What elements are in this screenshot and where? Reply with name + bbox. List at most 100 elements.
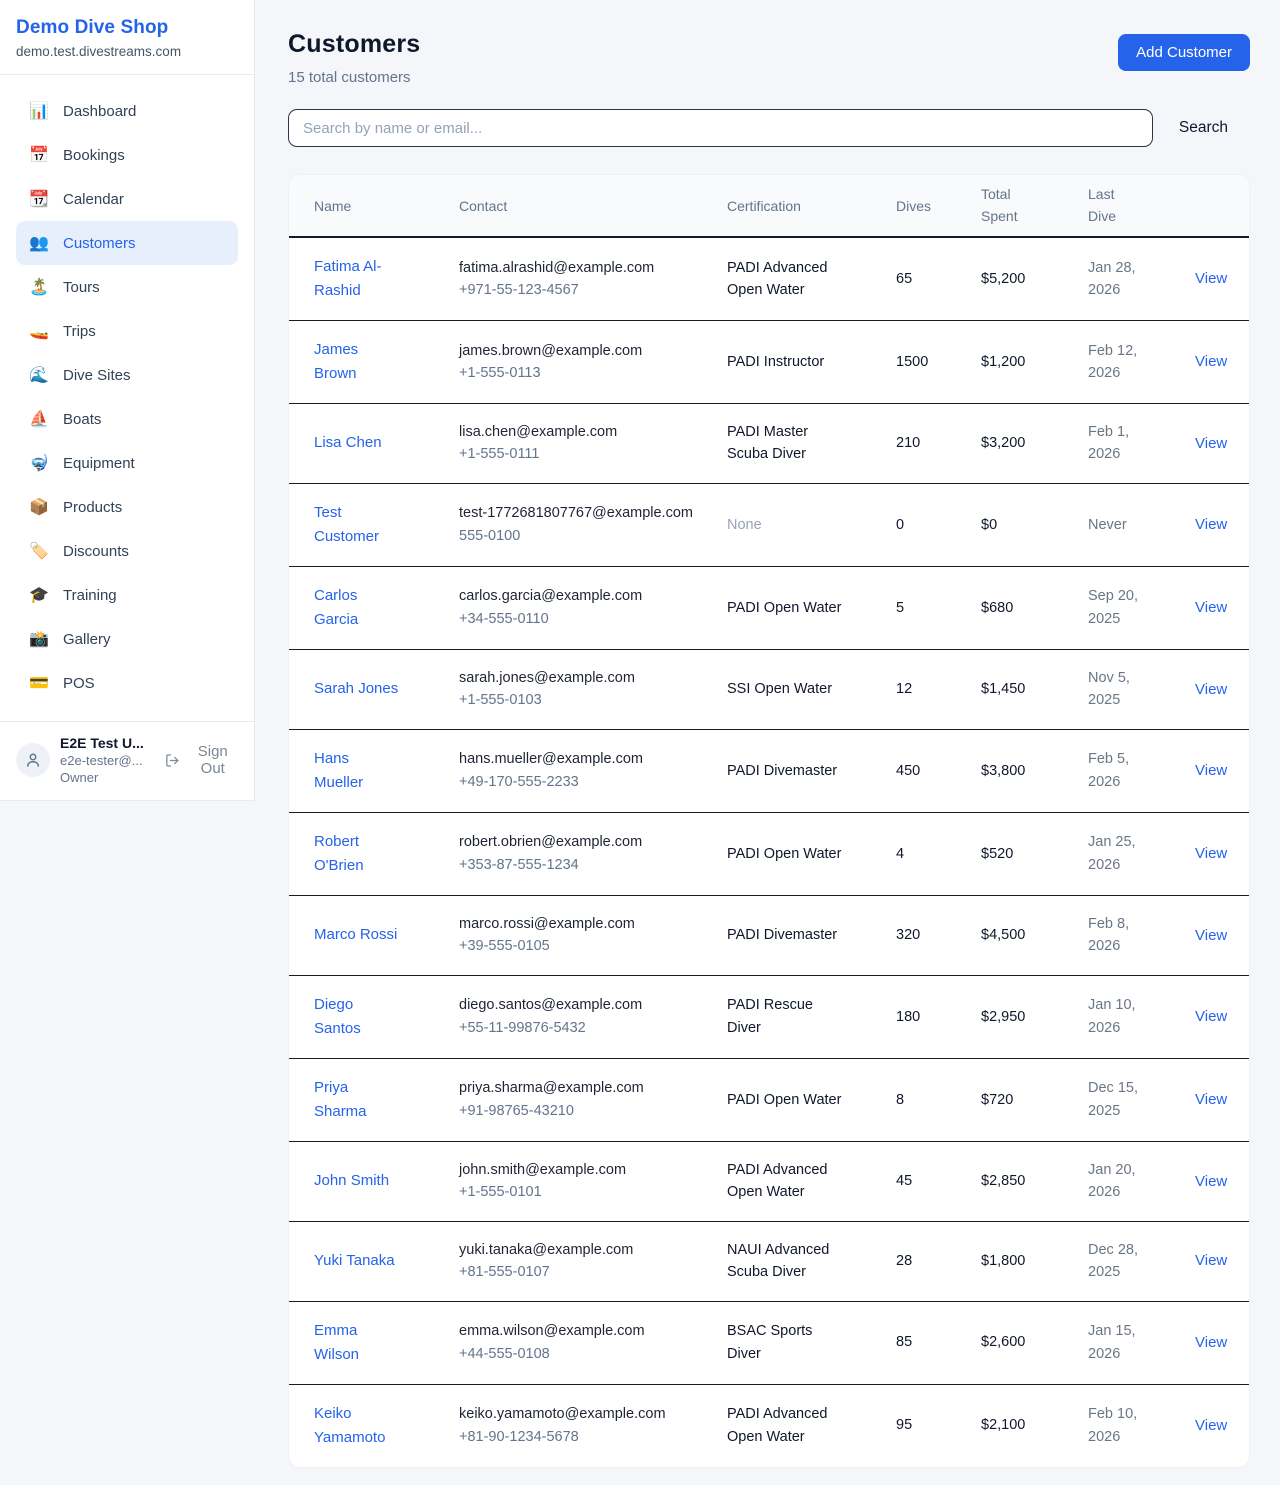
customer-dives: 450 <box>896 729 981 812</box>
customer-phone: +39-555-0105 <box>459 935 713 957</box>
sidebar-item-boats[interactable]: ⛵ Boats <box>16 397 238 441</box>
sidebar-item-discounts[interactable]: 🏷️ Discounts <box>16 529 238 573</box>
customer-phone: +49-170-555-2233 <box>459 771 713 793</box>
sidebar-header: Demo Dive Shop demo.test.divestreams.com <box>0 0 254 75</box>
customer-certification: PADI Divemaster <box>727 924 837 946</box>
customer-last-dive: Jan 25, 2026 <box>1088 831 1150 876</box>
customers-icon: 👥 <box>28 233 50 253</box>
search-button[interactable]: Search <box>1153 119 1250 137</box>
customer-email: james.brown@example.com <box>459 340 713 362</box>
boats-icon: ⛵ <box>28 409 50 429</box>
sidebar-item-training[interactable]: 🎓 Training <box>16 573 238 617</box>
customer-name-link[interactable]: Keiko Yamamoto <box>314 1402 402 1450</box>
customer-name-link[interactable]: Test Customer <box>314 501 402 549</box>
view-link[interactable]: View <box>1195 353 1227 370</box>
sign-out-button[interactable]: Sign Out <box>165 743 238 777</box>
sidebar-item-label: Bookings <box>63 147 125 164</box>
customer-name-link[interactable]: Marco Rossi <box>314 923 397 947</box>
sidebar-item-dashboard[interactable]: 📊 Dashboard <box>16 89 238 133</box>
view-link[interactable]: View <box>1195 1417 1227 1434</box>
view-link[interactable]: View <box>1195 1091 1227 1108</box>
customer-name-link[interactable]: Priya Sharma <box>314 1076 402 1124</box>
customer-name-link[interactable]: Emma Wilson <box>314 1319 402 1367</box>
view-link[interactable]: View <box>1195 1252 1227 1269</box>
products-icon: 📦 <box>28 497 50 517</box>
view-link[interactable]: View <box>1195 435 1227 452</box>
customer-total-spent: $0 <box>981 483 1088 566</box>
customer-row: Marco Rossi marco.rossi@example.com +39-… <box>289 895 1250 975</box>
add-customer-button[interactable]: Add Customer <box>1118 34 1250 71</box>
sidebar-nav: 📊 Dashboard 📅 Bookings 📆 Calendar 👥 Cust… <box>0 75 254 721</box>
customer-row: James Brown james.brown@example.com +1-5… <box>289 321 1250 404</box>
view-link[interactable]: View <box>1195 762 1227 779</box>
customer-last-dive: Nov 5, 2025 <box>1088 667 1150 712</box>
user-name: E2E Test U... <box>60 735 155 751</box>
customer-last-dive: Feb 10, 2026 <box>1088 1403 1150 1448</box>
table-header-row: Name Contact Certification Dives Total S… <box>289 175 1250 237</box>
sidebar-item-label: Trips <box>63 323 96 340</box>
customer-name-link[interactable]: Diego Santos <box>314 993 402 1041</box>
customer-name-link[interactable]: James Brown <box>314 338 402 386</box>
shop-name: Demo Dive Shop <box>16 17 238 39</box>
user-role: Owner <box>60 770 155 785</box>
customer-name-link[interactable]: Lisa Chen <box>314 431 382 455</box>
view-link[interactable]: View <box>1195 270 1227 287</box>
customer-certification: SSI Open Water <box>727 678 832 700</box>
view-link[interactable]: View <box>1195 1334 1227 1351</box>
view-link[interactable]: View <box>1195 1173 1227 1190</box>
customer-certification: PADI Open Water <box>727 597 841 619</box>
sidebar-item-bookings[interactable]: 📅 Bookings <box>16 133 238 177</box>
customer-dives: 8 <box>896 1058 981 1141</box>
sidebar-item-pos[interactable]: 💳 POS <box>16 661 238 705</box>
customer-name-link[interactable]: Sarah Jones <box>314 677 398 701</box>
customer-name-link[interactable]: Yuki Tanaka <box>314 1249 395 1273</box>
customer-total-spent: $2,850 <box>981 1141 1088 1221</box>
view-link[interactable]: View <box>1195 927 1227 944</box>
customer-name-link[interactable]: John Smith <box>314 1169 389 1193</box>
customer-email: hans.mueller@example.com <box>459 748 713 770</box>
calendar-icon: 📆 <box>28 189 50 209</box>
sidebar-item-label: POS <box>63 675 95 692</box>
customer-email: carlos.garcia@example.com <box>459 585 713 607</box>
customer-dives: 1500 <box>896 321 981 404</box>
sidebar-item-customers[interactable]: 👥 Customers <box>16 221 238 265</box>
discounts-icon: 🏷️ <box>28 541 50 561</box>
sidebar-item-label: Dashboard <box>63 103 136 120</box>
sidebar-item-products[interactable]: 📦 Products <box>16 485 238 529</box>
sidebar-item-calendar[interactable]: 📆 Calendar <box>16 177 238 221</box>
customer-total-spent: $5,200 <box>981 237 1088 321</box>
view-link[interactable]: View <box>1195 1008 1227 1025</box>
column-header-certification: Certification <box>727 175 896 237</box>
search-input[interactable] <box>288 109 1153 147</box>
customer-phone: +91-98765-43210 <box>459 1100 713 1122</box>
customer-name-link[interactable]: Robert O'Brien <box>314 830 402 878</box>
view-link[interactable]: View <box>1195 681 1227 698</box>
gallery-icon: 📸 <box>28 629 50 649</box>
sidebar-item-dive-sites[interactable]: 🌊 Dive Sites <box>16 353 238 397</box>
sidebar-item-equipment[interactable]: 🤿 Equipment <box>16 441 238 485</box>
sidebar-item-label: Dive Sites <box>63 367 131 384</box>
customer-name-link[interactable]: Hans Mueller <box>314 747 402 795</box>
sidebar-item-gallery[interactable]: 📸 Gallery <box>16 617 238 661</box>
page-header: Customers 15 total customers Add Custome… <box>288 30 1250 86</box>
sign-out-icon <box>165 752 180 769</box>
customer-last-dive: Feb 12, 2026 <box>1088 340 1150 385</box>
user-info: E2E Test U... e2e-tester@... Owner <box>60 735 155 785</box>
customer-certification: None <box>727 514 762 536</box>
customer-email: priya.sharma@example.com <box>459 1077 713 1099</box>
customer-last-dive: Never <box>1088 514 1127 536</box>
view-link[interactable]: View <box>1195 845 1227 862</box>
customer-dives: 4 <box>896 812 981 895</box>
view-link[interactable]: View <box>1195 599 1227 616</box>
customer-name-link[interactable]: Carlos Garcia <box>314 584 402 632</box>
sidebar: Demo Dive Shop demo.test.divestreams.com… <box>0 0 255 801</box>
view-link[interactable]: View <box>1195 516 1227 533</box>
customer-name-link[interactable]: Fatima Al-Rashid <box>314 255 402 303</box>
customer-email: lisa.chen@example.com <box>459 421 713 443</box>
sidebar-item-trips[interactable]: 🚤 Trips <box>16 309 238 353</box>
sidebar-item-tours[interactable]: 🏝️ Tours <box>16 265 238 309</box>
customer-total-spent: $4,500 <box>981 895 1088 975</box>
customer-row: Test Customer test-1772681807767@example… <box>289 483 1250 566</box>
customer-dives: 0 <box>896 483 981 566</box>
person-icon <box>24 751 42 769</box>
